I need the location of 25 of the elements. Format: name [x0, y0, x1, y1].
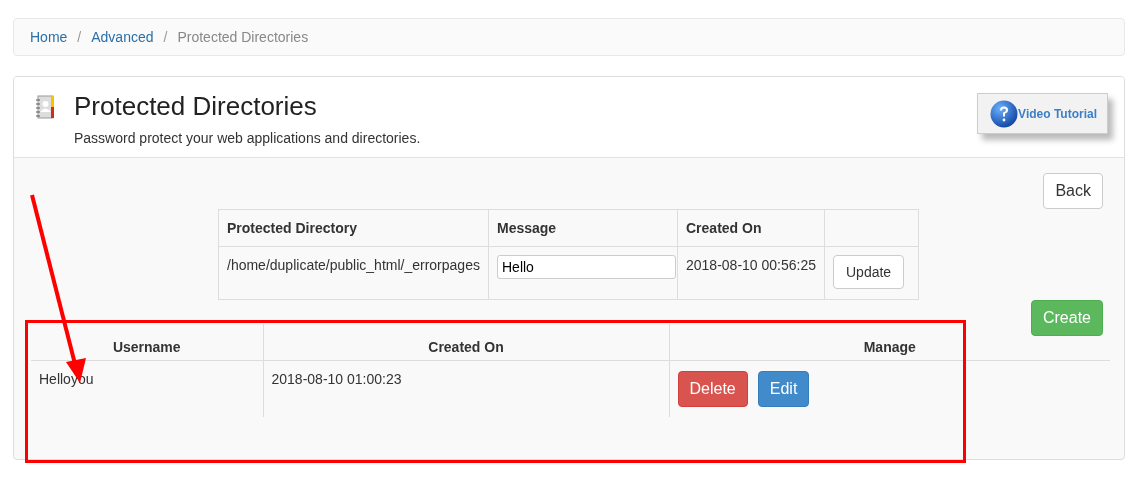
page-subtitle: Password protect your web applications and directories. [74, 130, 422, 146]
address-book-icon [36, 95, 56, 119]
breadcrumb-link[interactable]: Advanced [91, 29, 154, 45]
help-icon [990, 99, 1019, 128]
breadcrumb-link[interactable]: Home [30, 29, 68, 45]
column-header: Created On [677, 209, 825, 247]
video-tutorial-button[interactable]: Video Tutorial [977, 93, 1108, 134]
breadcrumb-link[interactable]: Protected Directories [177, 29, 309, 45]
column-header: Created On [263, 324, 669, 360]
column-header: Protected Directory [218, 209, 489, 247]
delete-button[interactable]: Delete [677, 370, 748, 407]
table-cell: Helloyou [31, 360, 263, 417]
update-button[interactable]: Update [833, 255, 905, 289]
breadcrumb-separator: / [77, 29, 82, 45]
breadcrumb-separator: / [163, 29, 168, 45]
back-button[interactable]: Back [1043, 173, 1103, 209]
column-header: Message [488, 209, 678, 247]
edit-button[interactable]: Edit [757, 370, 810, 407]
message-field[interactable]: Hello [497, 255, 676, 279]
table-cell: /home/duplicate/public_html/_errorpages [218, 246, 489, 300]
table-cell: 2018-08-10 00:56:25 [677, 246, 825, 300]
column-header: Username [31, 324, 263, 360]
page-title: Protected Directories [74, 91, 318, 121]
table-cell: 2018-08-10 01:00:23 [263, 360, 669, 417]
column-header: Manage [669, 324, 1110, 360]
